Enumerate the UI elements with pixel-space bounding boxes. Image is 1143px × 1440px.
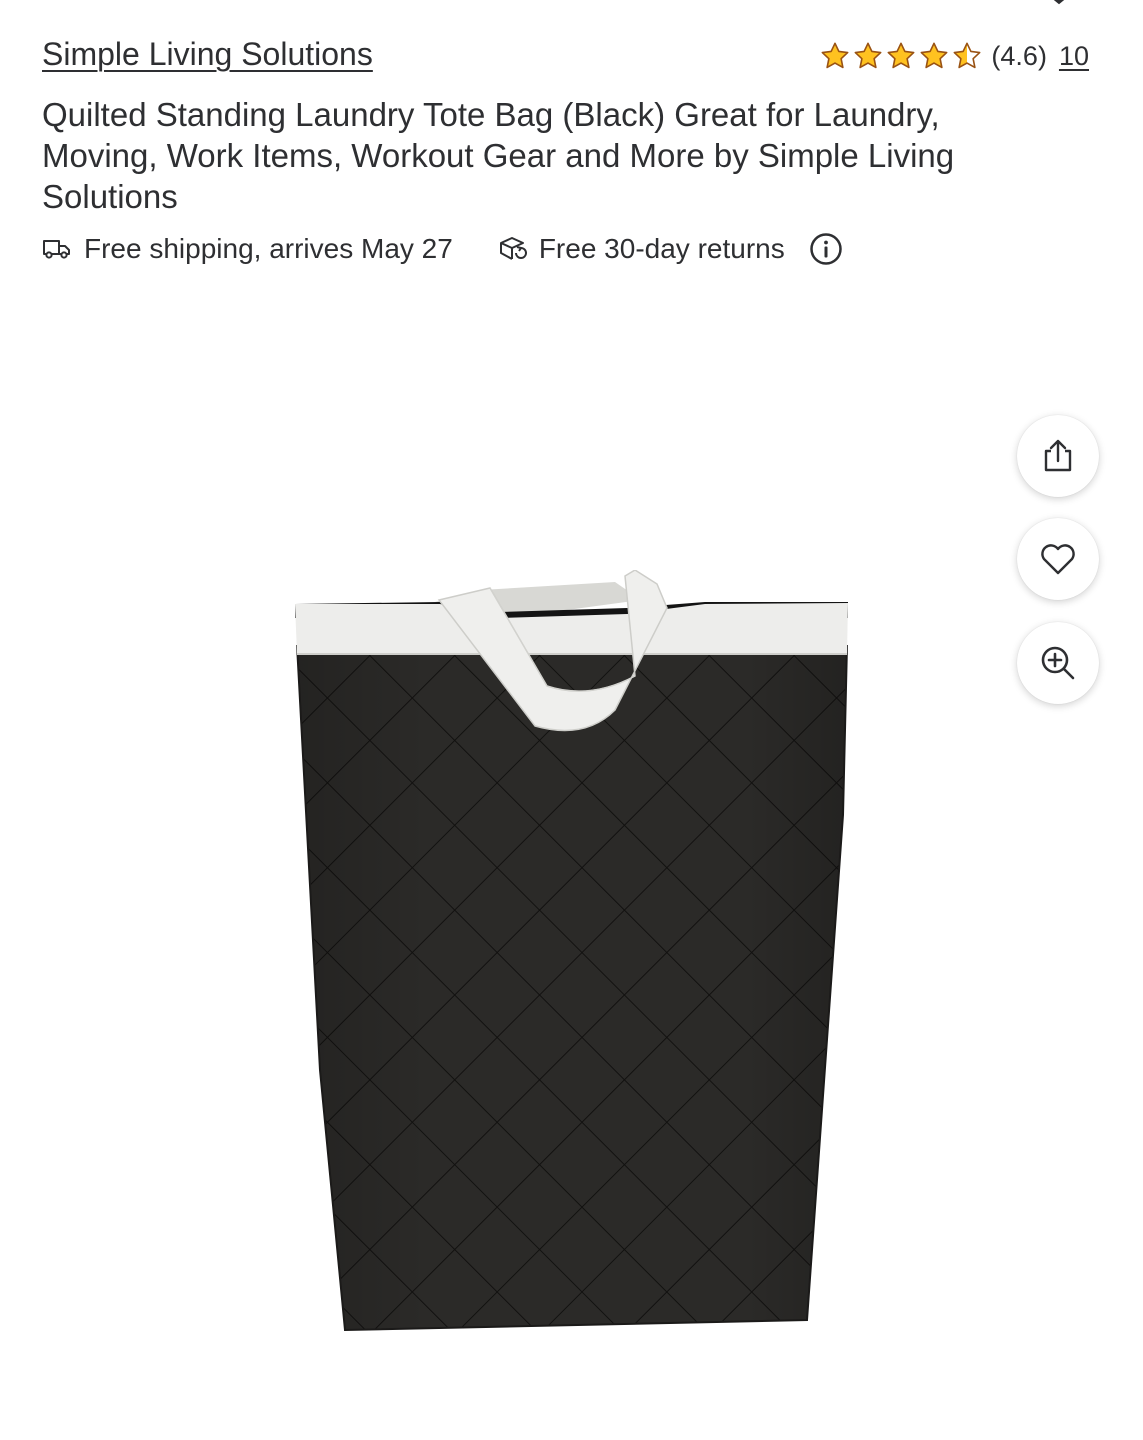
shipping-text: Free shipping, arrives May 27 [84, 233, 453, 264]
product-image[interactable] [285, 570, 860, 1340]
favorite-button[interactable] [1017, 518, 1099, 600]
heart-icon [1041, 544, 1075, 575]
fulfillment-info: Free shipping, arrives May 27 Free 30-da… [42, 232, 843, 266]
product-title: Quilted Standing Laundry Tote Bag (Black… [42, 96, 955, 215]
star-half-icon [953, 42, 981, 69]
returns-info: Free 30-day returns [497, 233, 785, 265]
shipping-info: Free shipping, arrives May 27 [42, 233, 453, 265]
info-icon[interactable] [809, 232, 843, 266]
share-icon [1044, 439, 1072, 472]
star-full-icon [887, 42, 915, 69]
rating-value: (4.6) [991, 40, 1047, 71]
rating-summary: (4.6) 10 [819, 40, 1089, 72]
star-full-icon [854, 42, 882, 69]
share-button[interactable] [1017, 415, 1099, 497]
zoom-button[interactable] [1017, 622, 1099, 704]
return-box-icon [499, 237, 527, 260]
close-icon[interactable] [1036, 0, 1082, 6]
rating-stars [819, 40, 983, 72]
returns-text: Free 30-day returns [538, 233, 785, 264]
zoom-in-icon [1041, 646, 1075, 680]
brand-link[interactable]: Simple Living Solutions [42, 36, 373, 73]
star-full-icon [920, 42, 948, 69]
star-full-icon [821, 42, 849, 69]
truck-icon [43, 240, 70, 259]
review-count-link[interactable]: 10 [1059, 41, 1089, 72]
